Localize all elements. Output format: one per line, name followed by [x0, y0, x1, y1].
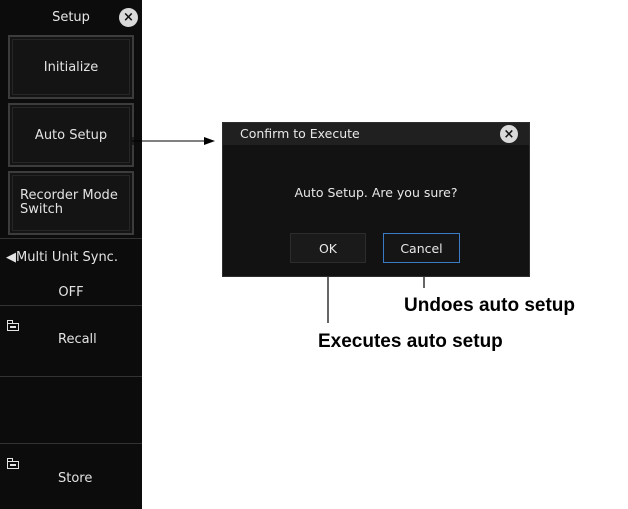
dialog-message: Auto Setup. Are you sure?: [294, 185, 458, 200]
dialog-title: Confirm to Execute: [223, 123, 529, 145]
ok-label: OK: [318, 240, 338, 256]
ok-button[interactable]: OK: [290, 233, 366, 263]
dialog-close-icon[interactable]: ×: [500, 125, 518, 143]
confirm-dialog: Confirm to Execute × Auto Setup. Are you…: [222, 122, 530, 277]
cancel-button[interactable]: Cancel: [383, 233, 460, 263]
cancel-label: Cancel: [400, 240, 443, 256]
dialog-close-glyph: ×: [503, 126, 515, 142]
executes-annotation: Executes auto setup: [318, 331, 503, 352]
undoes-annotation: Undoes auto setup: [404, 295, 576, 316]
